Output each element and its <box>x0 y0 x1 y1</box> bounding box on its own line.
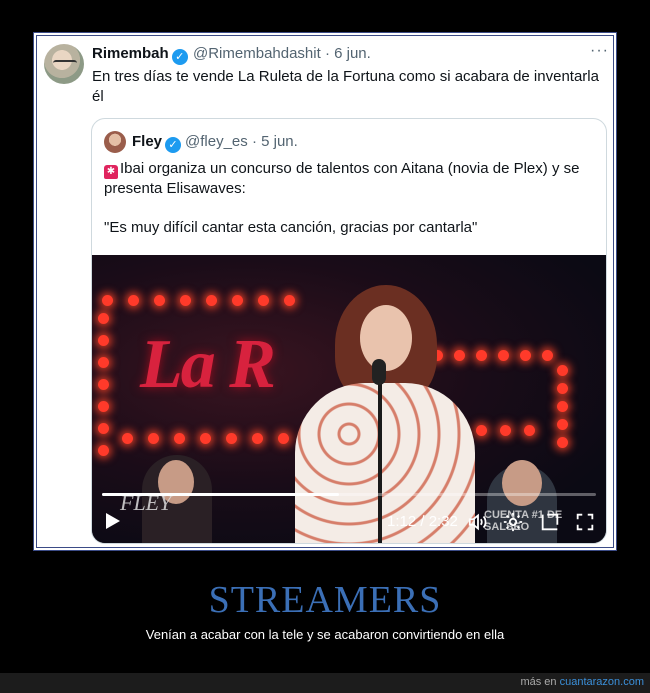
marquee-bulb <box>122 433 133 444</box>
quoted-tweet-body: Ibai organiza un concurso de talentos co… <box>104 160 580 197</box>
verified-badge-icon: ✓ <box>171 49 188 65</box>
marquee-bulb <box>476 425 487 436</box>
marquee-bulb <box>98 445 109 456</box>
marquee-bulb <box>232 295 243 306</box>
tweet-date[interactable]: 6 jun. <box>334 45 371 62</box>
quoted-author-handle[interactable]: @fley_es <box>185 133 248 150</box>
tweet-text: En tres días te vende La Ruleta de la Fo… <box>92 68 599 105</box>
post-title[interactable]: STREAMERS <box>0 578 650 622</box>
verified-badge-icon: ✓ <box>165 137 182 153</box>
author-avatar[interactable] <box>44 44 84 84</box>
marquee-bulb <box>476 350 487 361</box>
quoted-tweet-quote: "Es muy difícil cantar esta canción, gra… <box>104 219 478 236</box>
video-time: 1:12 / 2:32 <box>387 513 458 530</box>
popout-icon[interactable] <box>539 511 561 533</box>
video-player[interactable]: La R FLEY CUENTA #1 DE SALSEO 1:12 / 2:3… <box>92 255 606 543</box>
mic-stand <box>378 375 382 543</box>
marquee-bulb <box>174 433 185 444</box>
marquee-bulb <box>252 433 263 444</box>
marquee-bulb <box>128 295 139 306</box>
settings-icon[interactable] <box>502 511 524 533</box>
footer-prefix: más en <box>520 676 557 688</box>
marquee-bulb <box>454 350 465 361</box>
marquee-bulb <box>542 350 553 361</box>
singer-face <box>360 305 412 371</box>
separator: · <box>251 133 257 150</box>
marquee-bulb <box>98 379 109 390</box>
volume-icon[interactable] <box>467 511 489 533</box>
footer-bar: más en cuantarazon.com <box>0 673 650 693</box>
marquee-bulb <box>102 295 113 306</box>
marquee-bulb <box>98 313 109 324</box>
fullscreen-icon[interactable] <box>574 511 596 533</box>
quoted-tweet-text: ✱ Ibai organiza un concurso de talentos c… <box>104 159 598 199</box>
roulette-sign: La R <box>140 326 276 403</box>
marquee-bulb <box>500 425 511 436</box>
marquee-bulb <box>557 383 568 394</box>
marquee-bulb <box>557 365 568 376</box>
audience-face-right <box>502 460 542 506</box>
marquee-bulb <box>520 350 531 361</box>
marquee-bulb <box>278 433 289 444</box>
marquee-bulb <box>206 295 217 306</box>
video-progress-fill <box>102 493 340 496</box>
marquee-bulb <box>148 433 159 444</box>
marquee-bulb <box>226 433 237 444</box>
marquee-bulb <box>258 295 269 306</box>
marquee-bulb <box>200 433 211 444</box>
marquee-bulb <box>557 401 568 412</box>
siren-emoji-icon: ✱ <box>104 165 118 179</box>
marquee-bulb <box>557 437 568 448</box>
quoted-author-name-text[interactable]: Fley <box>132 133 162 150</box>
author-name[interactable]: Rimembah ✓ <box>92 45 188 65</box>
separator: · <box>324 45 330 62</box>
quoted-handle-line: @fley_es · 5 jun. <box>185 133 298 150</box>
quoted-tweet-date[interactable]: 5 jun. <box>261 133 298 150</box>
footer-site-link[interactable]: cuantarazon.com <box>560 676 644 688</box>
marquee-bulb <box>98 357 109 368</box>
footer-text: más en cuantarazon.com <box>520 676 644 688</box>
glasses-shape <box>53 60 77 69</box>
marquee-bulb <box>98 335 109 346</box>
author-handle[interactable]: @Rimembahdashit <box>193 45 321 62</box>
play-icon[interactable] <box>106 513 120 529</box>
marquee-bulb <box>524 425 535 436</box>
video-progress-bar[interactable] <box>102 493 596 496</box>
marquee-bulb <box>557 419 568 430</box>
marquee-bulb <box>98 401 109 412</box>
quoted-author-name[interactable]: Fley ✓ <box>132 133 182 153</box>
post-subtitle: Venían a acabar con la tele y se acabaro… <box>145 627 505 642</box>
marquee-bulb <box>284 295 295 306</box>
marquee-bulb <box>498 350 509 361</box>
marquee-bulb <box>98 423 109 434</box>
quoted-tweet[interactable]: Fley ✓ @fley_es · 5 jun. ✱ Ibai organiza u… <box>91 118 607 544</box>
quoted-author-avatar[interactable] <box>104 131 126 153</box>
marquee-bulb <box>154 295 165 306</box>
author-name-text[interactable]: Rimembah <box>92 45 169 62</box>
marquee-bulb <box>180 295 191 306</box>
more-options-icon[interactable]: ··· <box>590 42 609 60</box>
microphone <box>372 359 386 385</box>
author-handle-line: @Rimembahdashit · 6 jun. <box>193 45 371 62</box>
